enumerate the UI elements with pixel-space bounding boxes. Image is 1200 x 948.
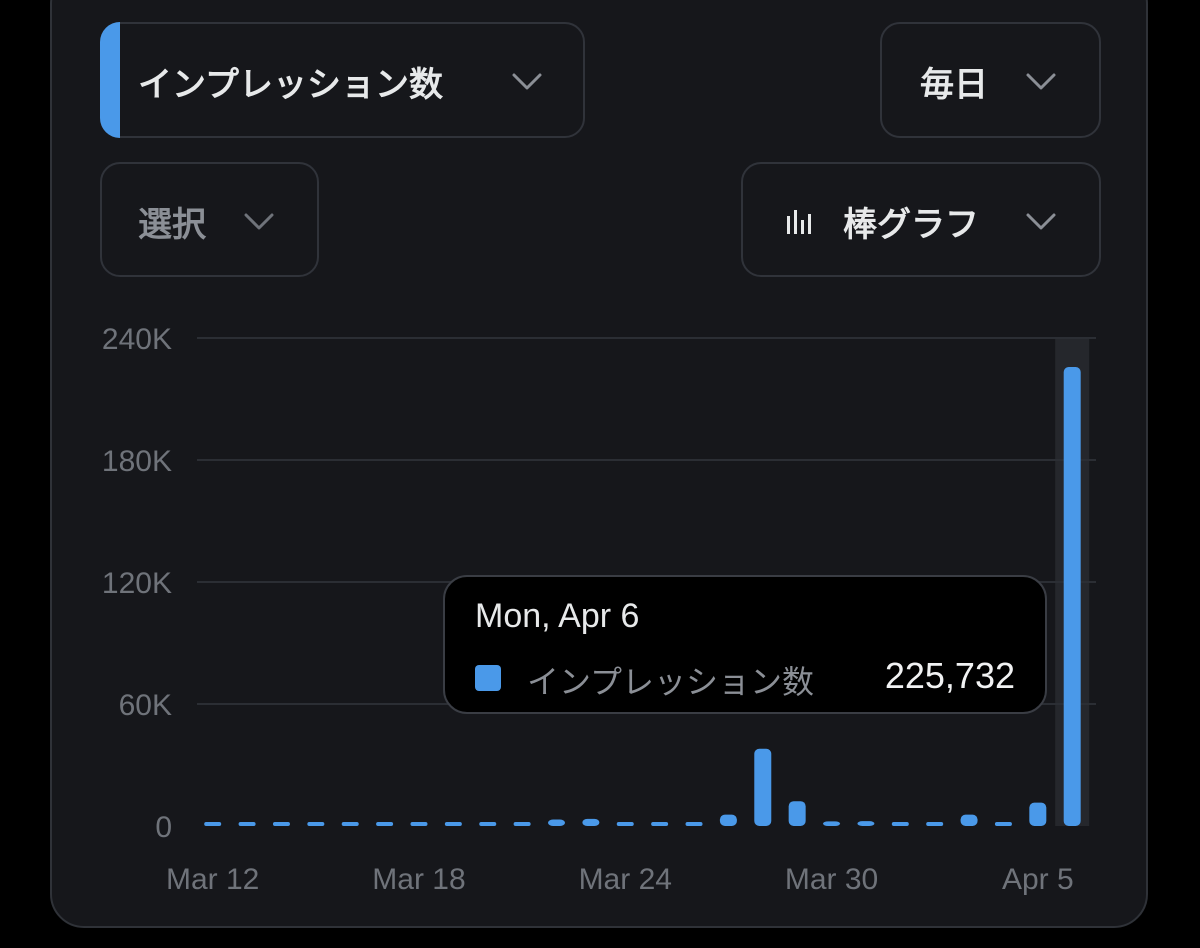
x-tick-label: Mar 18	[372, 863, 465, 896]
bar	[238, 822, 256, 826]
bar	[960, 814, 978, 826]
bar	[513, 822, 531, 826]
bar	[857, 821, 875, 826]
y-tick-label: 120K	[102, 567, 172, 600]
bar	[788, 801, 806, 826]
chart-tooltip: Mon, Apr 6 インプレッション数 225,732	[443, 575, 1047, 714]
bar	[891, 822, 909, 826]
bar	[272, 822, 290, 826]
bar	[926, 822, 944, 826]
bar	[685, 822, 703, 826]
impressions-bar-chart: 0 60K 120K 180K 240K Mar 12 Mar 18 Mar 24 Mar 30…	[102, 323, 1096, 896]
bar	[582, 818, 600, 826]
bar	[994, 822, 1012, 826]
bar	[616, 822, 634, 826]
bar	[548, 819, 565, 826]
bar	[376, 822, 394, 826]
x-tick-label: Mar 30	[785, 863, 878, 896]
tooltip-series-swatch	[475, 665, 501, 691]
tooltip-series-label: インプレッション数	[527, 663, 815, 701]
bar	[651, 822, 669, 826]
bar	[823, 821, 841, 826]
bar	[754, 748, 772, 826]
bar	[307, 822, 325, 826]
bar	[204, 822, 222, 826]
x-tick-label: Apr 5	[1002, 863, 1074, 896]
bar	[444, 822, 462, 826]
bar	[341, 822, 359, 826]
y-tick-label: 60K	[119, 689, 172, 722]
bar	[479, 822, 497, 826]
bar	[1063, 367, 1081, 826]
tooltip-date: Mon, Apr 6	[475, 597, 640, 635]
bar	[410, 822, 428, 826]
x-tick-label: Mar 12	[166, 863, 259, 896]
bar	[1029, 802, 1047, 826]
y-tick-label: 180K	[102, 445, 172, 478]
tooltip-value: 225,732	[884, 655, 1015, 696]
bar	[719, 814, 737, 826]
y-tick-label: 0	[155, 811, 172, 844]
y-tick-label: 240K	[102, 323, 172, 356]
x-tick-label: Mar 24	[579, 863, 672, 896]
